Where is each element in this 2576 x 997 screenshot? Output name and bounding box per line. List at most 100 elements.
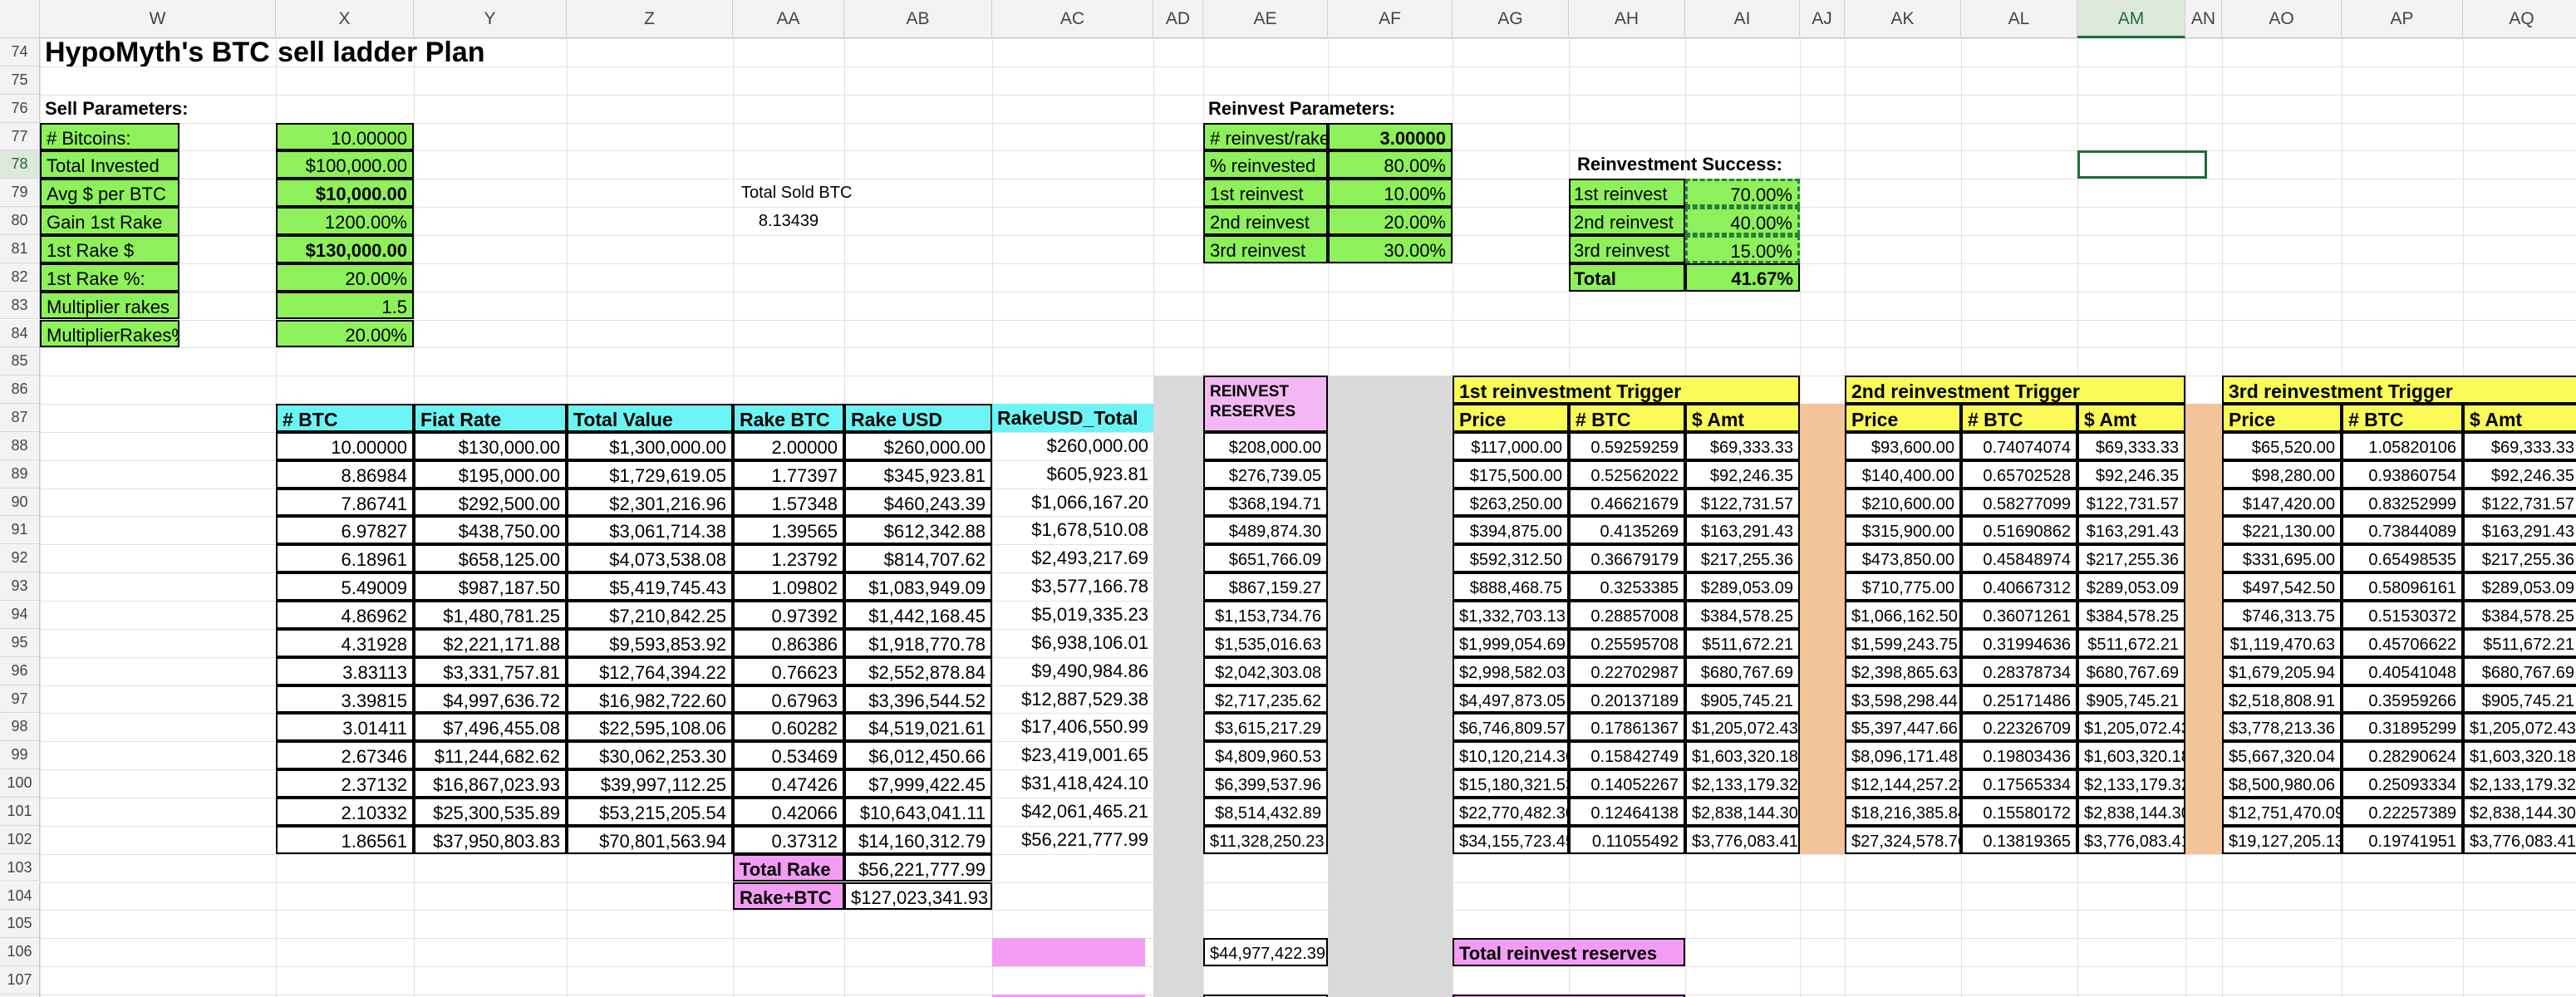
trigger-cell[interactable]: $147,420.00 xyxy=(2222,488,2342,517)
trigger-cell[interactable]: $163,291.43 xyxy=(2463,516,2576,545)
trigger-cell[interactable]: 0.46621679 xyxy=(1569,488,1685,517)
trigger-cell[interactable]: 0.12464138 xyxy=(1569,797,1685,826)
trigger-cell[interactable]: $497,542.50 xyxy=(2222,572,2342,601)
ladder-cell[interactable]: $12,887,529.38 xyxy=(992,685,1153,714)
trigger-cell[interactable]: 0.20137189 xyxy=(1569,685,1685,714)
ladder-cell[interactable]: 0.42066 xyxy=(733,797,844,826)
sell-param-label[interactable]: Total Invested xyxy=(40,150,179,179)
column-header-AH[interactable]: AH xyxy=(1569,0,1685,38)
ladder-cell[interactable]: $56,221,777.99 xyxy=(992,826,1153,854)
trigger-cell[interactable]: 0.59259259 xyxy=(1569,431,1685,460)
reserve-cell[interactable]: $11,328,250.23 xyxy=(1203,825,1328,854)
ladder-cell[interactable]: $3,061,714.38 xyxy=(567,516,733,545)
trigger-cell[interactable]: $1,205,072.43 xyxy=(1685,713,1800,742)
ladder-cell[interactable]: 7.86741 xyxy=(276,488,414,517)
row-header-80[interactable]: 80 xyxy=(0,207,40,235)
row-header-91[interactable]: 91 xyxy=(0,516,40,545)
sell-param-label[interactable]: 1st Rake $ xyxy=(40,234,179,263)
trigger-cell[interactable]: 0.22257389 xyxy=(2342,797,2463,826)
sell-param-value[interactable]: 10.00000 xyxy=(276,122,414,151)
trigger-cell[interactable]: 0.83252999 xyxy=(2342,488,2463,517)
rake-btc-value[interactable]: $127,023,341.93 xyxy=(844,882,992,911)
ladder-cell[interactable]: 3.83113 xyxy=(276,656,414,685)
reinvest-param-label[interactable]: # reinvest/rake xyxy=(1203,122,1328,151)
trigger-cell[interactable]: $3,776,083.41 xyxy=(1685,825,1800,854)
ladder-cell[interactable]: $7,999,422.45 xyxy=(844,769,992,798)
column-header-AN[interactable]: AN xyxy=(2185,0,2222,38)
ladder-cell[interactable]: $9,490,984.86 xyxy=(992,657,1153,685)
row-header-86[interactable]: 86 xyxy=(0,376,40,405)
trigger-cell[interactable]: $1,603,320.18 xyxy=(2463,741,2576,770)
ladder-cell[interactable]: 3.01411 xyxy=(276,713,414,742)
ladder-cell[interactable]: $292,500.00 xyxy=(414,488,567,517)
trigger-cell[interactable]: 0.22326709 xyxy=(1961,713,2077,742)
trigger-cell[interactable]: $4,497,873.05 xyxy=(1453,685,1569,714)
reinvest-param-value[interactable]: 20.00% xyxy=(1328,207,1453,235)
trigger-cell[interactable]: 0.36679179 xyxy=(1569,544,1685,573)
trigger-cell[interactable]: 0.25093334 xyxy=(2342,769,2463,798)
sell-param-label[interactable]: Multiplier rakes xyxy=(40,291,179,320)
trigger-cell[interactable]: $1,066,162.50 xyxy=(1845,601,1961,629)
row-header-78[interactable]: 78 xyxy=(0,150,40,179)
sell-param-label[interactable]: Gain 1st Rake xyxy=(40,207,179,235)
ladder-cell[interactable]: 1.57348 xyxy=(733,488,844,517)
ladder-cell[interactable]: $9,593,853.92 xyxy=(567,628,733,657)
trigger-cell[interactable]: 0.65498535 xyxy=(2342,544,2463,573)
trigger-cell[interactable]: $680,767.69 xyxy=(1685,656,1800,685)
ladder-cell[interactable]: $23,419,001.65 xyxy=(992,741,1153,769)
ladder-cell[interactable]: $1,066,167.20 xyxy=(992,489,1153,517)
trigger-cell[interactable]: $2,518,808.91 xyxy=(2222,685,2342,714)
reinvest-param-label[interactable]: 1st reinvest xyxy=(1203,179,1328,208)
row-header-75[interactable]: 75 xyxy=(0,66,40,95)
ladder-cell[interactable]: $17,406,550.99 xyxy=(992,713,1153,741)
ladder-cell[interactable]: 2.67346 xyxy=(276,741,414,770)
rake-btc-label[interactable]: Rake+BTC xyxy=(733,882,844,911)
trigger-cell[interactable]: $92,246.35 xyxy=(2463,459,2576,489)
ladder-cell[interactable]: $22,595,108.06 xyxy=(567,713,733,742)
trigger-cell[interactable]: $98,280.00 xyxy=(2222,459,2342,489)
trigger-cell[interactable]: $92,246.35 xyxy=(1685,459,1800,489)
reinvest-param-label[interactable]: 3rd reinvest xyxy=(1203,234,1328,263)
column-header-AQ[interactable]: AQ xyxy=(2463,0,2576,38)
ladder-cell[interactable]: $16,982,722.60 xyxy=(567,685,733,714)
trigger-cell[interactable]: $1,205,072.43 xyxy=(2077,713,2185,742)
ladder-cell[interactable]: 1.23792 xyxy=(733,544,844,573)
trigger-header[interactable]: # BTC xyxy=(2342,404,2463,432)
sell-param-label[interactable]: 1st Rake %: xyxy=(40,263,179,292)
ladder-cell[interactable]: 2.10332 xyxy=(276,797,414,826)
reserve-cell[interactable]: $1,153,734.76 xyxy=(1203,601,1328,629)
ladder-cell[interactable]: 8.86984 xyxy=(276,459,414,489)
trigger-header[interactable]: # BTC xyxy=(1569,404,1685,432)
ladder-cell[interactable]: $2,552,878.84 xyxy=(844,656,992,685)
ladder-cell[interactable]: $2,493,217.69 xyxy=(992,544,1153,572)
reserve-cell[interactable]: $368,194.71 xyxy=(1203,488,1328,517)
row-header-100[interactable]: 100 xyxy=(0,769,40,798)
ladder-cell[interactable]: $130,000.00 xyxy=(414,431,567,460)
column-header-AE[interactable]: AE xyxy=(1203,0,1328,38)
ladder-cell[interactable]: 0.60282 xyxy=(733,713,844,742)
row-header-102[interactable]: 102 xyxy=(0,825,40,854)
trigger-cell[interactable]: 1.05820106 xyxy=(2342,431,2463,460)
column-header-Z[interactable]: Z xyxy=(567,0,733,38)
ladder-cell[interactable]: 6.18961 xyxy=(276,544,414,573)
ladder-cell[interactable]: $987,187.50 xyxy=(414,572,567,601)
trigger-header[interactable]: Price xyxy=(2222,404,2342,432)
row-header-101[interactable]: 101 xyxy=(0,797,40,826)
trigger-cell[interactable]: 0.93860754 xyxy=(2342,459,2463,489)
ladder-cell[interactable]: 0.67963 xyxy=(733,685,844,714)
sell-param-value[interactable]: 1200.00% xyxy=(276,207,414,235)
success-value[interactable]: 70.00% xyxy=(1685,179,1800,208)
trigger-cell[interactable]: 0.15842749 xyxy=(1569,741,1685,770)
trigger-cell[interactable]: $888,468.75 xyxy=(1453,572,1569,601)
column-header-AG[interactable]: AG xyxy=(1453,0,1569,38)
trigger-cell[interactable]: $263,250.00 xyxy=(1453,488,1569,517)
row-header-96[interactable]: 96 xyxy=(0,656,40,685)
trigger-cell[interactable]: 0.31895299 xyxy=(2342,713,2463,742)
column-header-AB[interactable]: AB xyxy=(844,0,992,38)
trigger-cell[interactable]: 0.74074074 xyxy=(1961,431,2077,460)
trigger-cell[interactable]: $163,291.43 xyxy=(2077,516,2185,545)
trigger-cell[interactable]: $163,291.43 xyxy=(1685,516,1800,545)
trigger-cell[interactable]: 0.4135269 xyxy=(1569,516,1685,545)
trigger-title[interactable]: 3rd reinvestment Trigger xyxy=(2222,376,2576,405)
trigger-cell[interactable]: $592,312.50 xyxy=(1453,544,1569,573)
